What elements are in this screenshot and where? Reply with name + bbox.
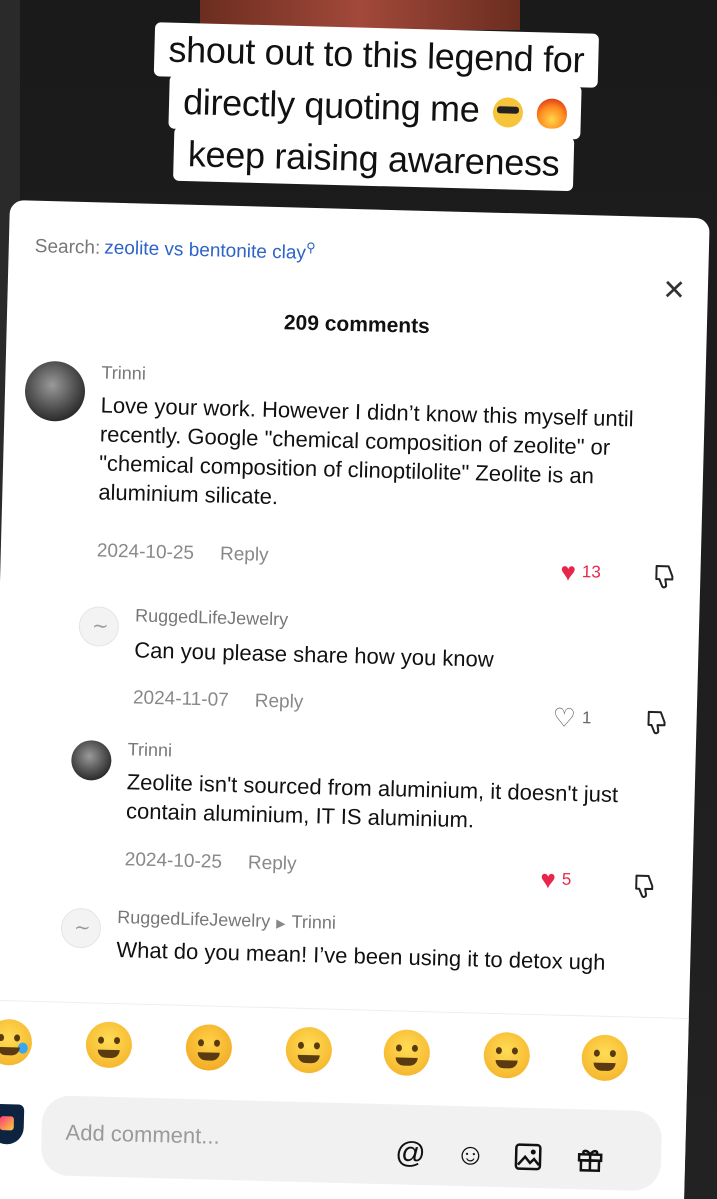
comment-date: 2024-10-25 bbox=[96, 540, 195, 564]
reply-button[interactable]: Reply bbox=[220, 544, 269, 566]
caption-line-2-text: directly quoting me bbox=[182, 80, 481, 130]
search-label: Search: bbox=[34, 235, 101, 259]
comment-username[interactable]: RuggedLifeJewelry bbox=[135, 605, 289, 630]
comment-date: 2024-10-25 bbox=[124, 849, 223, 873]
smirking-face-emoji-icon[interactable] bbox=[483, 1031, 531, 1079]
avatar[interactable] bbox=[70, 739, 112, 781]
smiling-face-with-hearts-emoji-icon[interactable] bbox=[185, 1023, 233, 1072]
comment-text: Zeolite isn't sourced from aluminium, it… bbox=[125, 769, 619, 833]
flushed-face-emoji-icon[interactable] bbox=[383, 1029, 431, 1077]
user-avatar-icon[interactable] bbox=[0, 1103, 25, 1145]
caption-line-3: keep raising awareness bbox=[173, 126, 575, 192]
comment-meta: 2024-11-07 Reply bbox=[133, 687, 304, 713]
comments-count-title: 209 comments bbox=[283, 311, 431, 339]
video-caption: shout out to this legend for directly qu… bbox=[108, 22, 642, 193]
like-count: 5 bbox=[561, 869, 572, 889]
fire-emoji-icon bbox=[536, 98, 568, 130]
grinning-face-emoji-icon[interactable] bbox=[85, 1021, 133, 1069]
crying-face-emoji-icon[interactable] bbox=[0, 1018, 33, 1066]
like-count: 1 bbox=[581, 708, 592, 728]
tears-of-joy-emoji-icon[interactable] bbox=[285, 1026, 333, 1074]
sunglasses-emoji-icon bbox=[492, 97, 524, 129]
dislike-icon[interactable] bbox=[632, 873, 657, 900]
avatar[interactable] bbox=[24, 360, 86, 423]
comment-meta: 2024-10-25 Reply bbox=[124, 849, 296, 875]
dislike-icon[interactable] bbox=[652, 563, 677, 590]
comment-text: What do you mean! I’ve been using it to … bbox=[116, 937, 606, 975]
heart-filled-icon: ♥ bbox=[560, 556, 577, 587]
like-button[interactable]: ♥ 13 bbox=[560, 556, 602, 587]
comment-date: 2024-11-07 bbox=[132, 687, 230, 711]
search-term-link[interactable]: zeolite vs bentonite clay bbox=[104, 238, 306, 264]
search-suggestion[interactable]: Search: zeolite vs bentonite clay⚲ bbox=[34, 233, 316, 266]
search-icon: ⚲ bbox=[305, 239, 316, 256]
avatar[interactable] bbox=[78, 605, 120, 647]
like-button[interactable]: ♥ 5 bbox=[540, 864, 572, 895]
comment-meta: 2024-10-25 Reply bbox=[97, 540, 269, 566]
reply-target[interactable]: Trinni bbox=[291, 912, 336, 933]
comment-username[interactable]: Trinni bbox=[101, 362, 146, 384]
emoji-icon[interactable]: ☺ bbox=[455, 1138, 486, 1172]
dislike-icon[interactable] bbox=[644, 709, 669, 736]
close-icon[interactable]: ✕ bbox=[662, 273, 686, 307]
grinning-sweat-emoji-icon[interactable] bbox=[581, 1034, 629, 1082]
avatar[interactable] bbox=[60, 907, 102, 949]
comment-input-placeholder: Add comment... bbox=[65, 1119, 220, 1149]
comment-text: Love your work. However I didn’t know th… bbox=[98, 392, 634, 510]
comments-sheet: Search: zeolite vs bentonite clay⚲ ✕ 209 … bbox=[0, 200, 710, 1199]
reply-author[interactable]: RuggedLifeJewelry bbox=[117, 907, 271, 931]
gift-icon[interactable] bbox=[575, 1143, 606, 1174]
comment-text: Can you please share how you know bbox=[133, 637, 495, 672]
reply-button[interactable]: Reply bbox=[248, 852, 297, 874]
like-count: 13 bbox=[581, 562, 602, 582]
heart-filled-icon: ♥ bbox=[540, 864, 557, 895]
mention-icon[interactable]: @ bbox=[395, 1136, 426, 1170]
heart-outline-icon: ♡ bbox=[552, 702, 577, 733]
comment-username: RuggedLifeJewelry ▶ Trinni bbox=[117, 907, 336, 934]
image-icon[interactable] bbox=[513, 1142, 544, 1173]
comment-username[interactable]: Trinni bbox=[127, 739, 172, 761]
like-button[interactable]: ♡ 1 bbox=[552, 702, 592, 733]
reply-button[interactable]: Reply bbox=[254, 691, 303, 713]
comment-input-row: Add comment... @ ☺ bbox=[0, 1089, 687, 1199]
reply-arrow-icon: ▶ bbox=[276, 916, 286, 931]
